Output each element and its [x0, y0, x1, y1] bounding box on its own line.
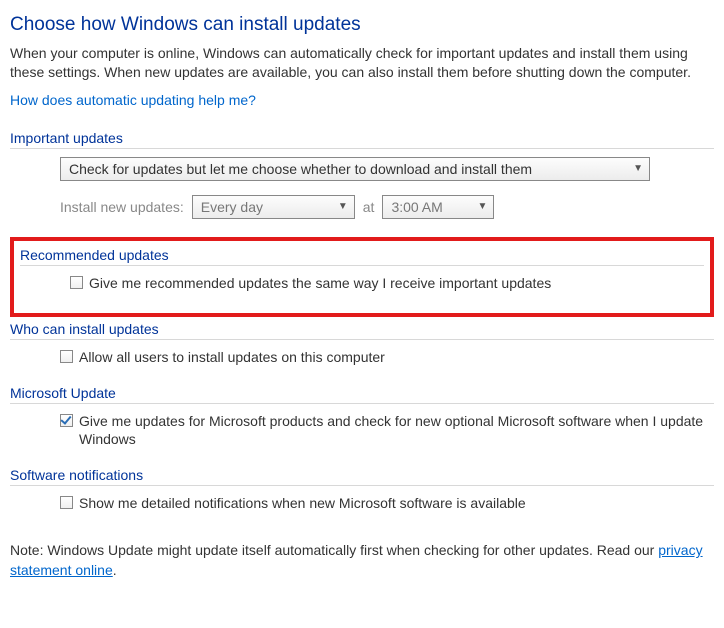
- schedule-label: Install new updates:: [60, 199, 184, 215]
- page-title: Choose how Windows can install updates: [10, 14, 714, 36]
- update-mode-selected: Check for updates but let me choose whet…: [69, 161, 532, 177]
- highlight-annotation: Recommended updates Give me recommended …: [10, 237, 714, 317]
- schedule-time-selected: 3:00 AM: [391, 199, 442, 215]
- schedule-time-dropdown[interactable]: 3:00 AM ▼: [382, 195, 494, 219]
- recommended-updates-label: Give me recommended updates the same way…: [89, 274, 551, 293]
- footer-note: Note: Windows Update might update itself…: [10, 541, 714, 580]
- microsoft-update-label: Give me updates for Microsoft products a…: [79, 412, 714, 450]
- at-label: at: [363, 199, 375, 215]
- allow-all-users-label: Allow all users to install updates on th…: [79, 348, 385, 367]
- recommended-updates-checkbox[interactable]: [70, 276, 83, 289]
- software-notifications-label: Show me detailed notifications when new …: [79, 494, 526, 513]
- help-link[interactable]: How does automatic updating help me?: [10, 92, 256, 108]
- section-header-notifications: Software notifications: [10, 467, 714, 486]
- software-notifications-checkbox[interactable]: [60, 496, 73, 509]
- section-microsoft-update: Microsoft Update Give me updates for Mic…: [10, 385, 714, 460]
- section-header-who: Who can install updates: [10, 321, 714, 340]
- microsoft-update-checkbox[interactable]: [60, 414, 73, 427]
- section-header-msupdate: Microsoft Update: [10, 385, 714, 404]
- footer-note-suffix: .: [113, 562, 117, 578]
- schedule-day-selected: Every day: [201, 199, 263, 215]
- section-software-notifications: Software notifications Show me detailed …: [10, 467, 714, 523]
- section-header-recommended: Recommended updates: [20, 247, 704, 266]
- chevron-down-icon: ▼: [633, 163, 643, 174]
- update-mode-dropdown[interactable]: Check for updates but let me choose whet…: [60, 157, 650, 181]
- schedule-day-dropdown[interactable]: Every day ▼: [192, 195, 355, 219]
- section-who-can-install: Who can install updates Allow all users …: [10, 321, 714, 377]
- section-important-updates: Important updates Check for updates but …: [10, 130, 714, 229]
- footer-note-prefix: Note: Windows Update might update itself…: [10, 542, 658, 558]
- allow-all-users-checkbox[interactable]: [60, 350, 73, 363]
- section-header-important: Important updates: [10, 130, 714, 149]
- chevron-down-icon: ▼: [338, 201, 348, 212]
- chevron-down-icon: ▼: [478, 201, 488, 212]
- intro-text: When your computer is online, Windows ca…: [10, 44, 714, 82]
